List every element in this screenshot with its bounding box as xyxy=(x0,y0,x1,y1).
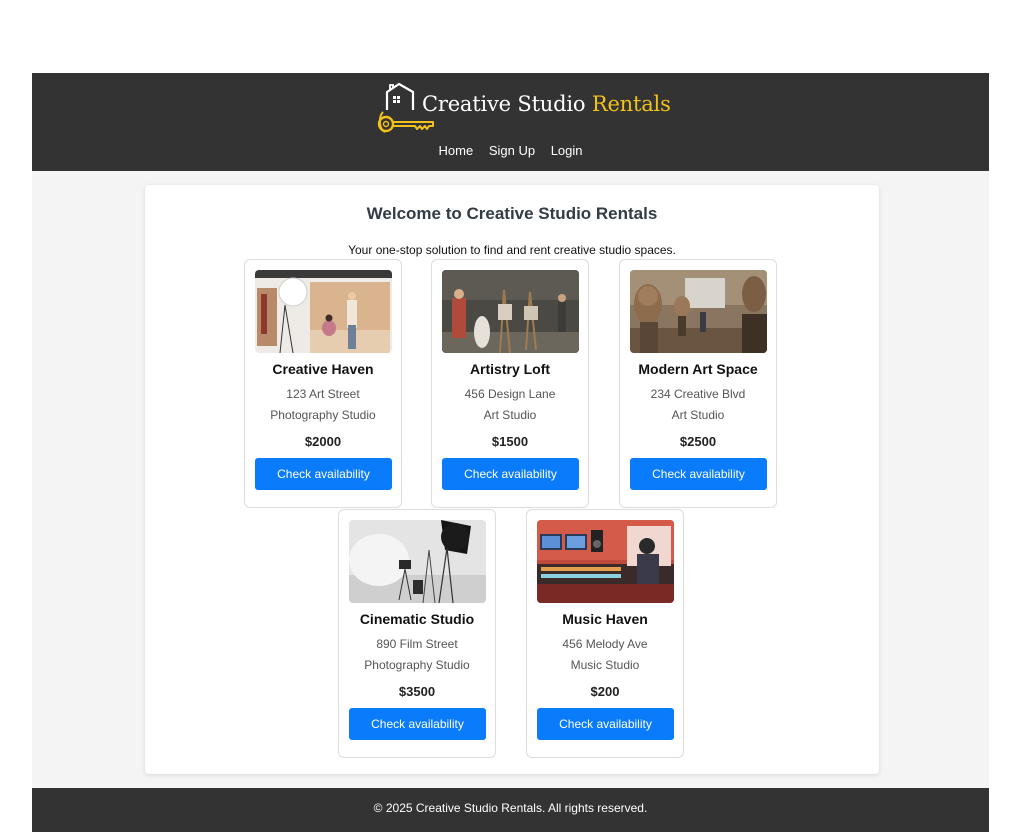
studio-address: 123 Art Street xyxy=(286,387,360,401)
studio-address: 234 Creative Blvd xyxy=(650,387,746,401)
studio-type: Photography Studio xyxy=(270,408,376,422)
brand-name-main: Creative Studio xyxy=(422,92,586,116)
studio-card: Creative Haven 123 Art Street Photograph… xyxy=(244,259,402,508)
studio-photo xyxy=(255,270,392,353)
studio-price: $2500 xyxy=(679,434,717,449)
brand-name: Creative Studio Rentals xyxy=(422,92,671,116)
studio-type: Art Studio xyxy=(483,408,537,422)
main-content: Welcome to Creative Studio Rentals Your … xyxy=(145,185,879,774)
studio-name: Cinematic Studio xyxy=(359,611,475,627)
nav-home-link[interactable]: Home xyxy=(439,143,474,158)
studio-price: $3500 xyxy=(398,684,436,699)
studio-price: $200 xyxy=(590,684,620,699)
check-availability-button[interactable]: Check availability xyxy=(255,458,392,490)
studio-photo xyxy=(630,270,767,353)
studio-photo xyxy=(537,520,674,603)
check-availability-button[interactable]: Check availability xyxy=(349,708,486,740)
intro-text: Your one-stop solution to find and rent … xyxy=(348,243,676,257)
studio-type: Art Studio xyxy=(671,408,725,422)
page-title: Welcome to Creative Studio Rentals xyxy=(366,204,658,223)
studio-card: Modern Art Space 234 Creative Blvd Art S… xyxy=(619,259,777,508)
studio-card: Music Haven 456 Melody Ave Music Studio … xyxy=(526,509,684,758)
studio-name: Modern Art Space xyxy=(638,361,758,377)
studio-card: Cinematic Studio 890 Film Street Photogr… xyxy=(338,509,496,758)
studio-price: $1500 xyxy=(491,434,529,449)
studio-photo xyxy=(442,270,579,353)
studio-name: Creative Haven xyxy=(272,361,374,377)
copyright-text: © 2025 Creative Studio Rentals. All righ… xyxy=(373,801,648,815)
site-header: Creative Studio Rentals Home Sign Up Log… xyxy=(32,73,989,171)
nav-login-link[interactable]: Login xyxy=(551,143,583,158)
studio-address: 456 Design Lane xyxy=(464,387,556,401)
studio-type: Music Studio xyxy=(570,658,640,672)
check-availability-button[interactable]: Check availability xyxy=(442,458,579,490)
check-availability-button[interactable]: Check availability xyxy=(537,708,674,740)
studio-name: Artistry Loft xyxy=(469,361,551,377)
studio-address: 456 Melody Ave xyxy=(562,637,648,651)
studio-name: Music Haven xyxy=(562,611,648,627)
studio-photo xyxy=(349,520,486,603)
main-nav: Home Sign Up Login xyxy=(32,143,989,158)
nav-signup-link[interactable]: Sign Up xyxy=(489,143,535,158)
check-availability-button[interactable]: Check availability xyxy=(630,458,767,490)
site-footer: © 2025 Creative Studio Rentals. All righ… xyxy=(32,788,989,832)
page: Creative Studio Rentals Home Sign Up Log… xyxy=(32,73,989,832)
studio-type: Photography Studio xyxy=(364,658,470,672)
studio-card: Artistry Loft 456 Design Lane Art Studio… xyxy=(431,259,589,508)
brand-logo[interactable]: Creative Studio Rentals xyxy=(377,82,671,136)
brand-name-accent: Rentals xyxy=(591,92,671,116)
studio-address: 890 Film Street xyxy=(376,637,458,651)
studio-price: $2000 xyxy=(304,434,342,449)
